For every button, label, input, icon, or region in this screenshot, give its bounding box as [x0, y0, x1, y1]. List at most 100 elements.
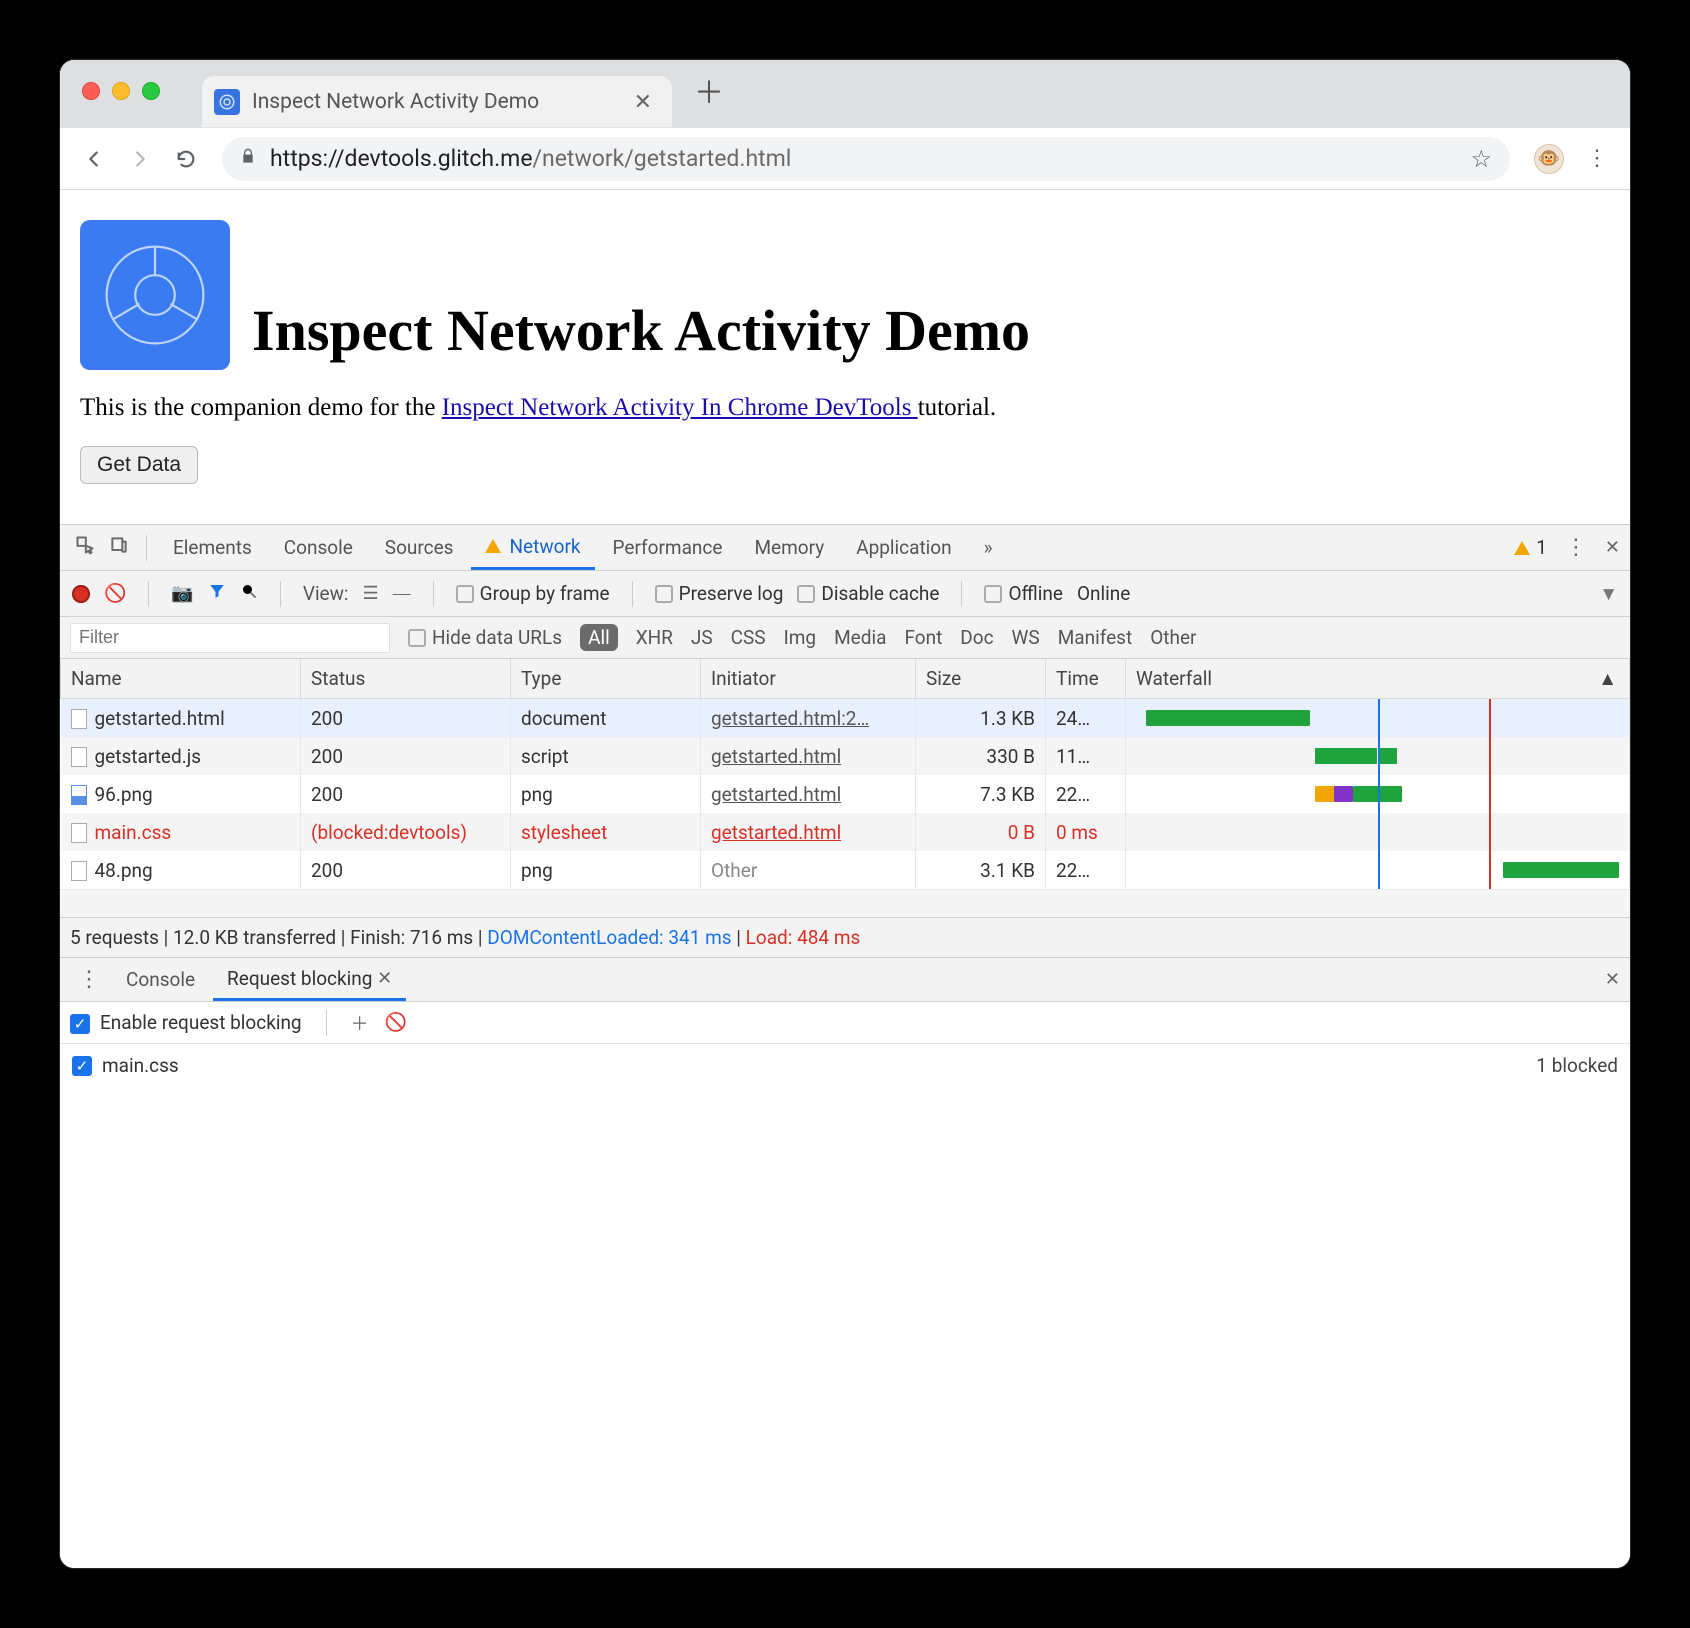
filter-img[interactable]: Img — [784, 626, 817, 649]
filter-js[interactable]: JS — [691, 626, 713, 649]
col-waterfall[interactable]: Waterfall▲ — [1126, 659, 1630, 699]
filter-doc[interactable]: Doc — [960, 626, 993, 649]
drawer-tabstrip: ⋮ Console Request blocking ✕ ✕ — [60, 958, 1630, 1002]
col-status[interactable]: Status — [301, 659, 511, 699]
overview-icon[interactable]: ⎯⎯ — [393, 583, 411, 604]
close-drawer-button[interactable]: ✕ — [1605, 969, 1620, 990]
summary-dcl: DOMContentLoaded: 341 ms — [487, 926, 731, 949]
camera-icon[interactable]: 📷 — [171, 583, 193, 604]
devtools-close-button[interactable]: ✕ — [1605, 537, 1620, 558]
record-button[interactable] — [72, 585, 90, 603]
url-bar[interactable]: https://devtools.glitch.me/network/getst… — [222, 137, 1510, 181]
group-by-frame-checkbox[interactable]: Group by frame — [456, 582, 610, 605]
drawer-tab-console[interactable]: Console — [112, 958, 209, 1001]
reload-button[interactable] — [166, 139, 206, 179]
table-row[interactable]: main.css(blocked:devtools)stylesheetgets… — [61, 813, 1630, 851]
page-title: Inspect Network Activity Demo — [252, 297, 1030, 364]
network-summary: 5 requests | 12.0 KB transferred | Finis… — [60, 917, 1630, 957]
blocked-pattern-name: main.css — [102, 1054, 179, 1077]
more-tabs-button[interactable]: » — [970, 525, 1007, 570]
tab-title: Inspect Network Activity Demo — [252, 90, 628, 114]
drawer-menu-button[interactable]: ⋮ — [70, 967, 108, 992]
filter-other[interactable]: Other — [1150, 626, 1196, 649]
chrome-logo-icon — [80, 220, 230, 370]
close-window-button[interactable] — [82, 82, 100, 100]
nav-toolbar: https://devtools.glitch.me/network/getst… — [60, 128, 1630, 190]
filter-xhr[interactable]: XHR — [636, 626, 673, 649]
col-size[interactable]: Size — [916, 659, 1046, 699]
devtools-tabstrip: Elements Console Sources Network Perform… — [60, 525, 1630, 571]
hide-data-urls-checkbox[interactable]: Hide data URLs — [408, 626, 562, 649]
col-initiator[interactable]: Initiator — [701, 659, 916, 699]
table-row[interactable]: getstarted.js200scriptgetstarted.html330… — [61, 737, 1630, 775]
initiator-link[interactable]: getstarted.html — [711, 821, 841, 844]
initiator-link[interactable]: getstarted.html:2… — [711, 707, 869, 730]
maximize-window-button[interactable] — [142, 82, 160, 100]
chrome-menu-button[interactable]: ⋮ — [1578, 146, 1616, 171]
browser-tab[interactable]: Inspect Network Activity Demo ✕ — [202, 76, 672, 128]
col-time[interactable]: Time — [1046, 659, 1126, 699]
col-type[interactable]: Type — [511, 659, 701, 699]
tab-application[interactable]: Application — [842, 525, 965, 570]
search-icon[interactable] — [240, 582, 258, 605]
filter-media[interactable]: Media — [834, 626, 886, 649]
minimize-window-button[interactable] — [112, 82, 130, 100]
intro-link[interactable]: Inspect Network Activity In Chrome DevTo… — [442, 394, 918, 421]
file-icon — [71, 709, 87, 729]
new-tab-button[interactable]: ＋ — [672, 68, 746, 112]
forward-button[interactable] — [120, 139, 160, 179]
large-rows-icon[interactable]: ☰ — [363, 583, 379, 604]
blocked-pattern-row[interactable]: ✓ main.css 1 blocked — [60, 1044, 1630, 1087]
profile-avatar[interactable]: 🐵 — [1534, 144, 1564, 174]
summary-finish: Finish: 716 ms — [350, 926, 473, 949]
enable-request-blocking-checkbox[interactable]: ✓Enable request blocking — [70, 1011, 302, 1034]
filter-icon[interactable] — [208, 582, 226, 605]
tab-console[interactable]: Console — [270, 525, 367, 570]
get-data-button[interactable]: Get Data — [80, 446, 198, 484]
tab-sources[interactable]: Sources — [371, 525, 468, 570]
table-row[interactable]: 48.png200pngOther3.1 KB22… — [61, 851, 1630, 889]
lock-icon — [240, 147, 256, 170]
clear-icon[interactable]: 🚫 — [104, 583, 126, 604]
back-button[interactable] — [74, 139, 114, 179]
filter-all[interactable]: All — [580, 624, 618, 651]
tab-memory[interactable]: Memory — [740, 525, 838, 570]
drawer-tab-request-blocking[interactable]: Request blocking ✕ — [213, 958, 406, 1001]
filter-css[interactable]: CSS — [731, 626, 766, 649]
warnings-badge[interactable]: 1 — [1514, 536, 1547, 559]
disable-cache-checkbox[interactable]: Disable cache — [797, 582, 939, 605]
devtools-favicon-icon — [214, 89, 240, 115]
devtools: Elements Console Sources Network Perform… — [60, 524, 1630, 1568]
close-drawer-tab-button[interactable]: ✕ — [377, 968, 392, 989]
filter-input[interactable] — [70, 623, 390, 653]
tab-network[interactable]: Network — [471, 525, 594, 570]
preserve-log-checkbox[interactable]: Preserve log — [655, 582, 784, 605]
initiator-link[interactable]: getstarted.html — [711, 783, 841, 806]
add-pattern-button[interactable]: ＋ — [351, 1010, 369, 1036]
view-label: View: — [303, 582, 349, 605]
devtools-menu-button[interactable]: ⋮ — [1557, 535, 1595, 560]
initiator-link[interactable]: Other — [711, 859, 757, 882]
page-intro: This is the companion demo for the Inspe… — [80, 394, 1610, 422]
device-toggle-icon[interactable] — [104, 535, 134, 560]
filter-font[interactable]: Font — [904, 626, 942, 649]
offline-checkbox[interactable]: Offline — [984, 582, 1062, 605]
bookmark-star-icon[interactable]: ☆ — [1470, 145, 1492, 173]
devtools-drawer: ⋮ Console Request blocking ✕ ✕ ✓Enable r… — [60, 957, 1630, 1568]
filter-manifest[interactable]: Manifest — [1058, 626, 1133, 649]
collapse-toolbar-icon[interactable]: ▼ — [1599, 582, 1618, 606]
throttling-select[interactable]: Online — [1077, 582, 1130, 605]
col-name[interactable]: Name — [61, 659, 301, 699]
waterfall-cell — [1136, 743, 1619, 769]
tab-performance[interactable]: Performance — [599, 525, 737, 570]
table-row[interactable]: getstarted.html200documentgetstarted.htm… — [61, 699, 1630, 738]
initiator-link[interactable]: getstarted.html — [711, 745, 841, 768]
tab-elements[interactable]: Elements — [159, 525, 266, 570]
file-icon — [71, 861, 87, 881]
inspect-element-icon[interactable] — [70, 535, 100, 560]
filter-ws[interactable]: WS — [1012, 626, 1040, 649]
network-filter-row: Hide data URLs All XHR JS CSS Img Media … — [60, 617, 1630, 659]
close-tab-button[interactable]: ✕ — [628, 90, 658, 115]
remove-all-patterns-button[interactable]: 🚫 — [385, 1012, 407, 1033]
table-row[interactable]: 96.png200pnggetstarted.html7.3 KB22… — [61, 775, 1630, 813]
